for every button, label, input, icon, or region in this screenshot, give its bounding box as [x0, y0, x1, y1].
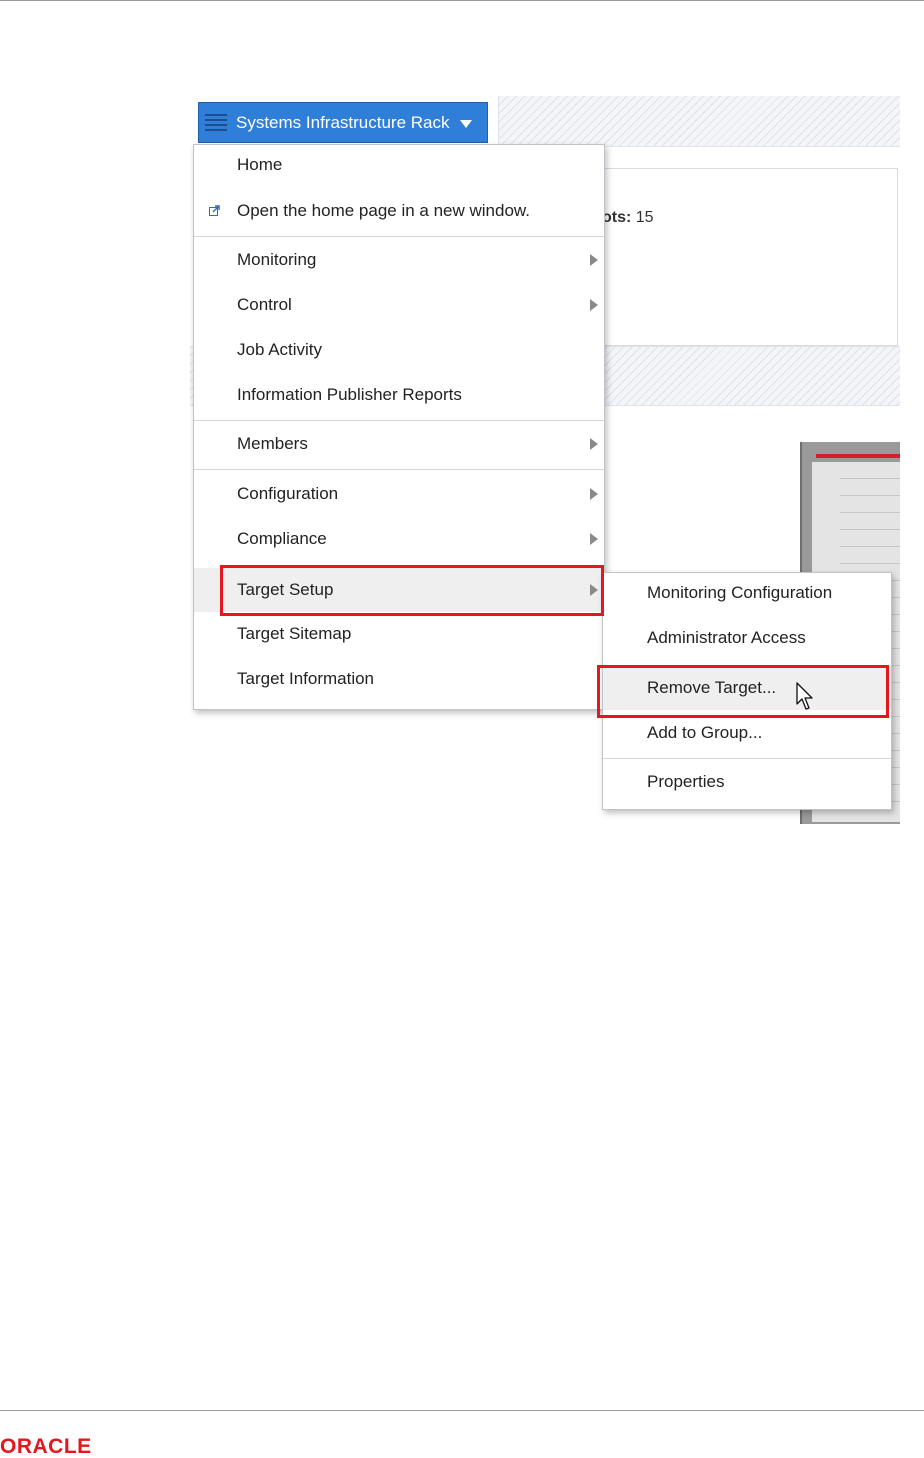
menu-item-monitoring[interactable]: Monitoring	[194, 240, 604, 280]
new-window-icon	[209, 205, 220, 216]
submenu-item-properties[interactable]: Properties	[603, 762, 891, 802]
menu-item-information-publisher-reports[interactable]: Information Publisher Reports	[194, 375, 604, 415]
submenu-item-label: Administrator Access	[647, 628, 806, 647]
menu-separator	[194, 236, 604, 237]
submenu-item-administrator-access[interactable]: Administrator Access	[603, 618, 891, 658]
menu-item-job-activity[interactable]: Job Activity	[194, 330, 604, 370]
menu-item-label: Monitoring	[237, 250, 317, 269]
menu-separator	[603, 758, 891, 759]
systems-infrastructure-rack-menu-button[interactable]: Systems Infrastructure Rack	[198, 102, 488, 143]
submenu-item-add-to-group[interactable]: Add to Group...	[603, 713, 891, 753]
remove-target-callout	[597, 665, 889, 718]
caret-down-icon	[459, 119, 472, 128]
submenu-item-label: Properties	[647, 772, 725, 791]
menu-item-open-new-window[interactable]: Open the home page in a new window.	[194, 191, 604, 231]
info-text: ots: 15	[602, 209, 654, 227]
submenu-arrow-icon	[590, 488, 598, 500]
submenu-item-label: Monitoring Configuration	[647, 583, 833, 602]
menu-item-label: Open the home page in a new window.	[237, 201, 530, 220]
menu-item-target-sitemap[interactable]: Target Sitemap	[194, 614, 604, 654]
rack-menu-button-label: Systems Infrastructure Rack	[236, 112, 450, 132]
menu-item-members[interactable]: Members	[194, 424, 604, 464]
submenu-arrow-icon	[590, 299, 598, 311]
submenu-item-monitoring-configuration[interactable]: Monitoring Configuration	[603, 573, 891, 613]
menu-item-control[interactable]: Control	[194, 285, 604, 325]
logo-text: ORACLE	[0, 1436, 92, 1456]
footer-rule	[0, 1410, 924, 1411]
rack-red-bar	[816, 454, 900, 458]
menu-item-label: Compliance	[237, 529, 327, 548]
submenu-arrow-icon	[590, 533, 598, 545]
menu-item-label: Configuration	[237, 484, 339, 503]
hamburger-icon	[205, 113, 227, 132]
menu-item-label: Control	[237, 295, 292, 314]
header-background	[498, 96, 900, 147]
target-setup-callout	[220, 565, 604, 616]
menu-item-compliance[interactable]: Compliance	[194, 519, 604, 559]
menu-separator	[194, 469, 604, 470]
menu-item-target-information[interactable]: Target Information	[194, 659, 604, 699]
info-panel	[582, 168, 898, 346]
menu-item-label: Job Activity	[237, 340, 323, 359]
submenu-arrow-icon	[590, 438, 598, 450]
menu-item-label: Target Sitemap	[237, 624, 352, 643]
menu-item-configuration[interactable]: Configuration	[194, 474, 604, 514]
menu-item-label: Home	[237, 155, 283, 174]
info-value: 15	[635, 209, 654, 226]
info-label: ots:	[602, 209, 632, 226]
menu-item-home[interactable]: Home	[194, 145, 604, 185]
submenu-arrow-icon	[590, 254, 598, 266]
oracle-logo: ORACLE	[0, 1436, 92, 1456]
menu-item-label: Target Information	[237, 669, 375, 688]
submenu-item-label: Add to Group...	[647, 723, 763, 742]
menu-item-label: Information Publisher Reports	[237, 385, 462, 404]
menu-separator	[194, 420, 604, 421]
target-menu: Home Open the home page in a new window.…	[193, 144, 605, 710]
top-rule	[0, 0, 924, 1]
menu-item-label: Members	[237, 434, 308, 453]
mouse-pointer-icon	[796, 682, 813, 710]
screenshot-region: ots: 15 Systems Infrastructure Rack Home…	[190, 96, 900, 824]
